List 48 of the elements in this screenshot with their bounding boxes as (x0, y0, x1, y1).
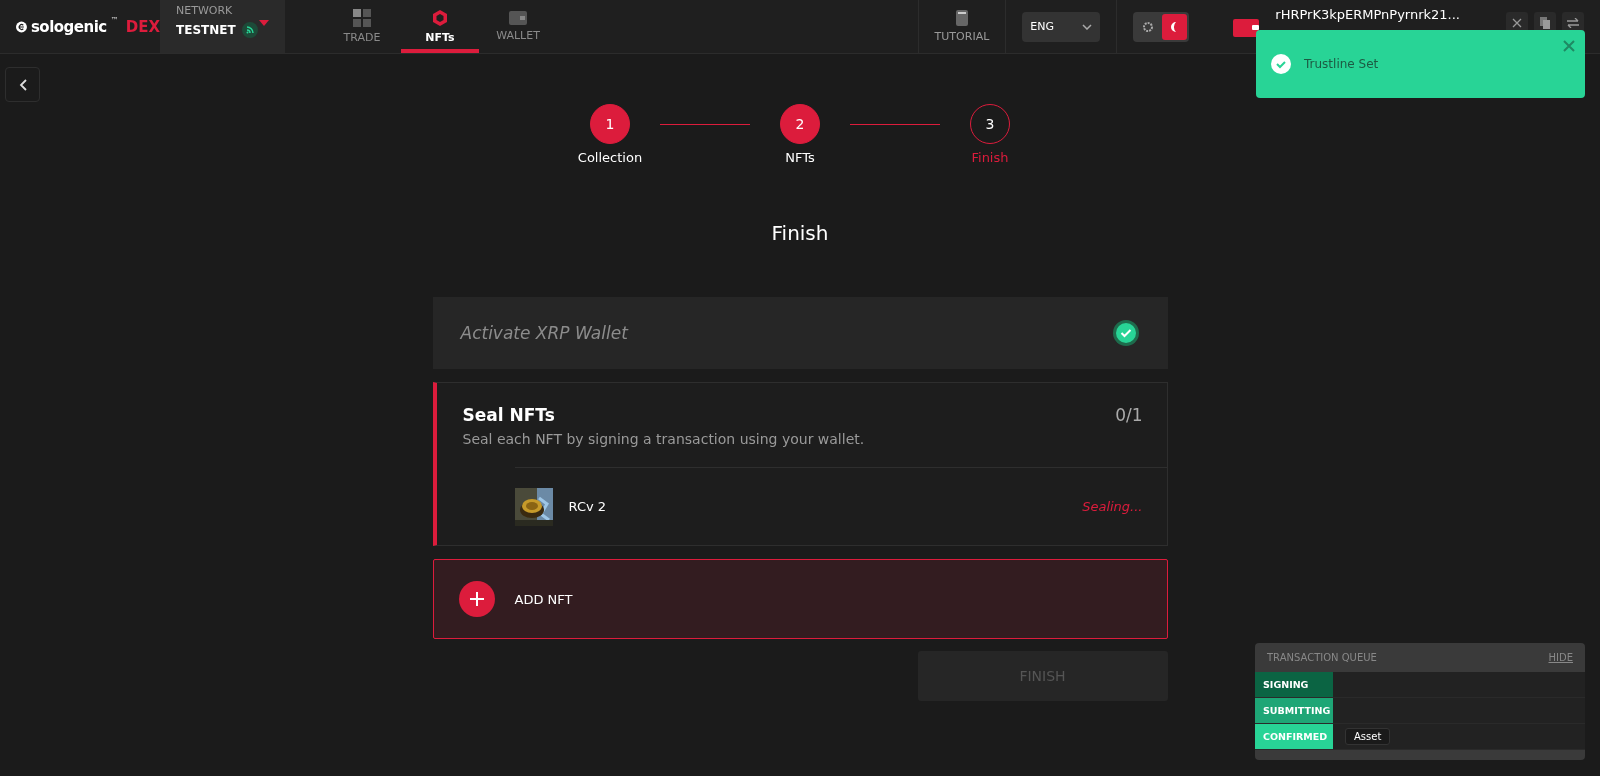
tutorial-button[interactable]: TUTORIAL (934, 10, 990, 43)
caret-icon (259, 20, 269, 26)
step-label: NFTs (785, 150, 815, 165)
plus-icon (469, 592, 484, 606)
seal-count: 0/1 (1115, 405, 1143, 425)
close-icon (1512, 18, 1522, 28)
wallet-icon (509, 11, 527, 25)
sun-icon (1141, 20, 1154, 33)
step-number: 2 (780, 104, 820, 144)
check-icon (1270, 53, 1292, 75)
network-selector[interactable]: NETWORK TESTNET (160, 0, 285, 53)
toast-message: Trustline Set (1304, 57, 1379, 71)
wallet-address: rHRPrK3kpERMPnPyrnrk21... (1275, 7, 1460, 22)
activate-title: Activate XRP Wallet (460, 323, 628, 343)
chevron-left-icon (18, 78, 27, 91)
product-name: DEX (125, 17, 160, 36)
step-label: Finish (971, 150, 1009, 165)
hexagon-icon (431, 9, 449, 27)
queue-stage: SIGNING (1255, 672, 1333, 697)
language-select[interactable]: ENG (1022, 11, 1101, 42)
page-heading: Finish (771, 221, 829, 245)
step-label: Collection (577, 150, 643, 165)
seal-title: Seal NFTs (462, 405, 555, 425)
queue-title: TRANSACTION QUEUE (1267, 652, 1377, 663)
back-button[interactable] (5, 67, 40, 102)
nav-tab[interactable]: TRADE (323, 0, 401, 53)
hide-link[interactable]: HIDE (1548, 652, 1573, 663)
nav-tab[interactable]: NFTs (401, 0, 479, 53)
step-number: 1 (590, 104, 630, 144)
chevron-down-icon (1082, 23, 1093, 30)
trademark-sign: ™ (110, 16, 119, 25)
nft-status: Sealing... (1082, 499, 1143, 514)
seal-description: Seal each NFT by signing a transaction using your wallet. (461, 430, 866, 449)
add-nft-button[interactable]: ADD NFT (432, 559, 1168, 639)
book-icon (955, 10, 968, 26)
asset-tag: Asset (1345, 728, 1391, 745)
queue-stage: SUBMITTING (1255, 698, 1333, 723)
theme-toggle[interactable] (1133, 11, 1190, 42)
swap-icon (1567, 18, 1579, 28)
wallet-icon (1233, 16, 1260, 37)
nav-tab[interactable]: WALLET (479, 0, 557, 53)
copy-icon (1540, 17, 1550, 29)
nft-name: RCv 2 (568, 499, 608, 514)
grid-icon (353, 9, 371, 27)
queue-stage: CONFIRMED (1255, 724, 1333, 749)
network-label: NETWORK (176, 4, 234, 17)
brand-name: sologenic (30, 17, 107, 36)
network-name: TESTNET (176, 23, 236, 37)
